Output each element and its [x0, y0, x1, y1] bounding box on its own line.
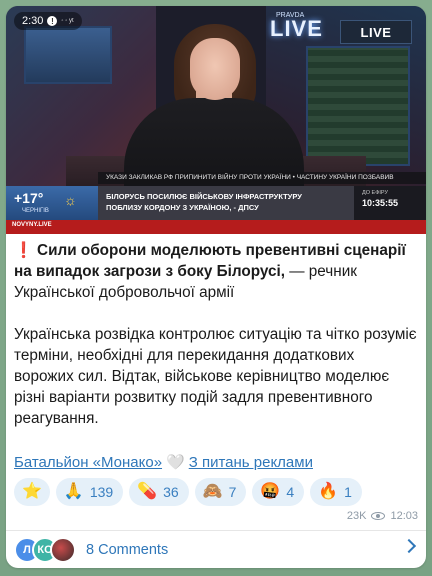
- site-label: NOVYNY.LIVE: [12, 222, 52, 228]
- video-time: 2:30: [22, 15, 44, 27]
- angry-face-icon: 🤬: [260, 483, 281, 500]
- star-icon: ⭐: [22, 483, 42, 500]
- clock-label: ДО ЕФІРУ: [362, 190, 388, 196]
- reaction-count: 1: [344, 484, 352, 500]
- live-sign: LIVE: [270, 16, 323, 41]
- channel-post: PRAVDA LIVE LIVE УКАЗИ ЗАКЛИКАВ РФ ПРИПИ…: [6, 6, 426, 568]
- reaction-pill[interactable]: 💊 36: [129, 478, 189, 506]
- eye-icon: [371, 512, 386, 520]
- lower-third: +17° ☼ ЧЕРНІГІВ БІЛОРУСЬ ПОСИЛЮЄ ВІЙСЬКО…: [6, 186, 426, 220]
- post-links: Батальйон «Монако» 🤍 З питань реклами: [14, 453, 313, 472]
- reaction-monkey[interactable]: 🙈 7: [194, 478, 247, 506]
- reaction-pray[interactable]: 🙏 139: [55, 478, 124, 506]
- reaction-star[interactable]: ⭐: [14, 478, 50, 506]
- headline-line: ПОБЛИЗУ КОРДОНУ З УКРАЇНОЮ, - ДПСУ: [106, 203, 259, 212]
- commenter-avatars: Л КО: [14, 536, 76, 563]
- reaction-count: 7: [228, 484, 237, 500]
- reaction-count: 4: [286, 484, 295, 500]
- pray-icon: 🙏: [63, 483, 84, 500]
- post-text: ❗ Сили оборони моделюють превентивні сцен…: [14, 240, 418, 429]
- avatar: [50, 536, 76, 563]
- clock-box: ДО ЕФІРУ 10:35:55: [354, 186, 426, 220]
- headline-strip: БІЛОРУСЬ ПОСИЛЮЄ ВІЙСЬКОВУ ІНФРАСТРУКТУР…: [98, 186, 354, 220]
- reaction-fire[interactable]: 🔥 1: [310, 478, 362, 506]
- tv-channel-logo: LIVE: [340, 20, 412, 44]
- exclamation-icon: ❗: [14, 242, 34, 259]
- ads-link[interactable]: З питань реклами: [189, 454, 313, 471]
- post-paragraph-2: Українська розвідка контролює ситуацію т…: [14, 326, 417, 427]
- see-no-evil-monkey-icon: 🙈: [202, 483, 223, 500]
- alert-icon: !: [47, 16, 58, 26]
- reaction-count: 36: [163, 484, 179, 500]
- comments-label: 8 Comments: [86, 541, 169, 558]
- status-extra: ◦ ◦ yt: [61, 18, 74, 24]
- white-heart-icon: 🤍: [166, 454, 185, 471]
- view-count: 23K: [346, 510, 367, 522]
- weather-city: ЧЕРНІГІВ: [22, 208, 49, 214]
- comments-row[interactable]: Л КО 8 Comments: [6, 531, 426, 568]
- chevron-right-icon: [401, 538, 417, 554]
- reaction-count: 139: [89, 484, 114, 500]
- clock-time: 10:35:55: [362, 198, 399, 208]
- red-bar: [6, 220, 426, 234]
- weather-box: +17° ☼ ЧЕРНІГІВ: [6, 186, 98, 220]
- reaction-angry[interactable]: 🤬 4: [252, 478, 305, 506]
- channel-link[interactable]: Батальйон «Монако»: [14, 454, 162, 471]
- news-ticker: УКАЗИ ЗАКЛИКАВ РФ ПРИПИНИТИ ВІЙНУ ПРОТИ …: [98, 172, 426, 184]
- post-time: 12:03: [390, 510, 418, 522]
- headline-line: БІЛОРУСЬ ПОСИЛЮЄ ВІЙСЬКОВУ ІНФРАСТРУКТУР…: [106, 192, 302, 201]
- studio-monitor: [306, 46, 410, 166]
- reactions-bar: ⭐ 🙏 139 💊 36 🙈 7 🤬 4 🔥 1: [14, 478, 362, 506]
- temperature: +17°: [14, 190, 44, 206]
- pill-icon: 💊: [137, 483, 158, 500]
- post-video[interactable]: PRAVDA LIVE LIVE УКАЗИ ЗАКЛИКАВ РФ ПРИПИ…: [6, 6, 426, 234]
- anchor-face: [190, 38, 240, 100]
- post-meta: 23K 12:03: [347, 510, 418, 522]
- fire-icon: 🔥: [318, 483, 339, 500]
- studio-monitor: [24, 26, 112, 84]
- post-paragraph-1: ❗ Сили оборони моделюють превентивні сцен…: [14, 240, 418, 303]
- video-duration-pill: 2:30 ! ◦ ◦ yt: [14, 12, 82, 30]
- sun-icon: ☼: [64, 192, 77, 208]
